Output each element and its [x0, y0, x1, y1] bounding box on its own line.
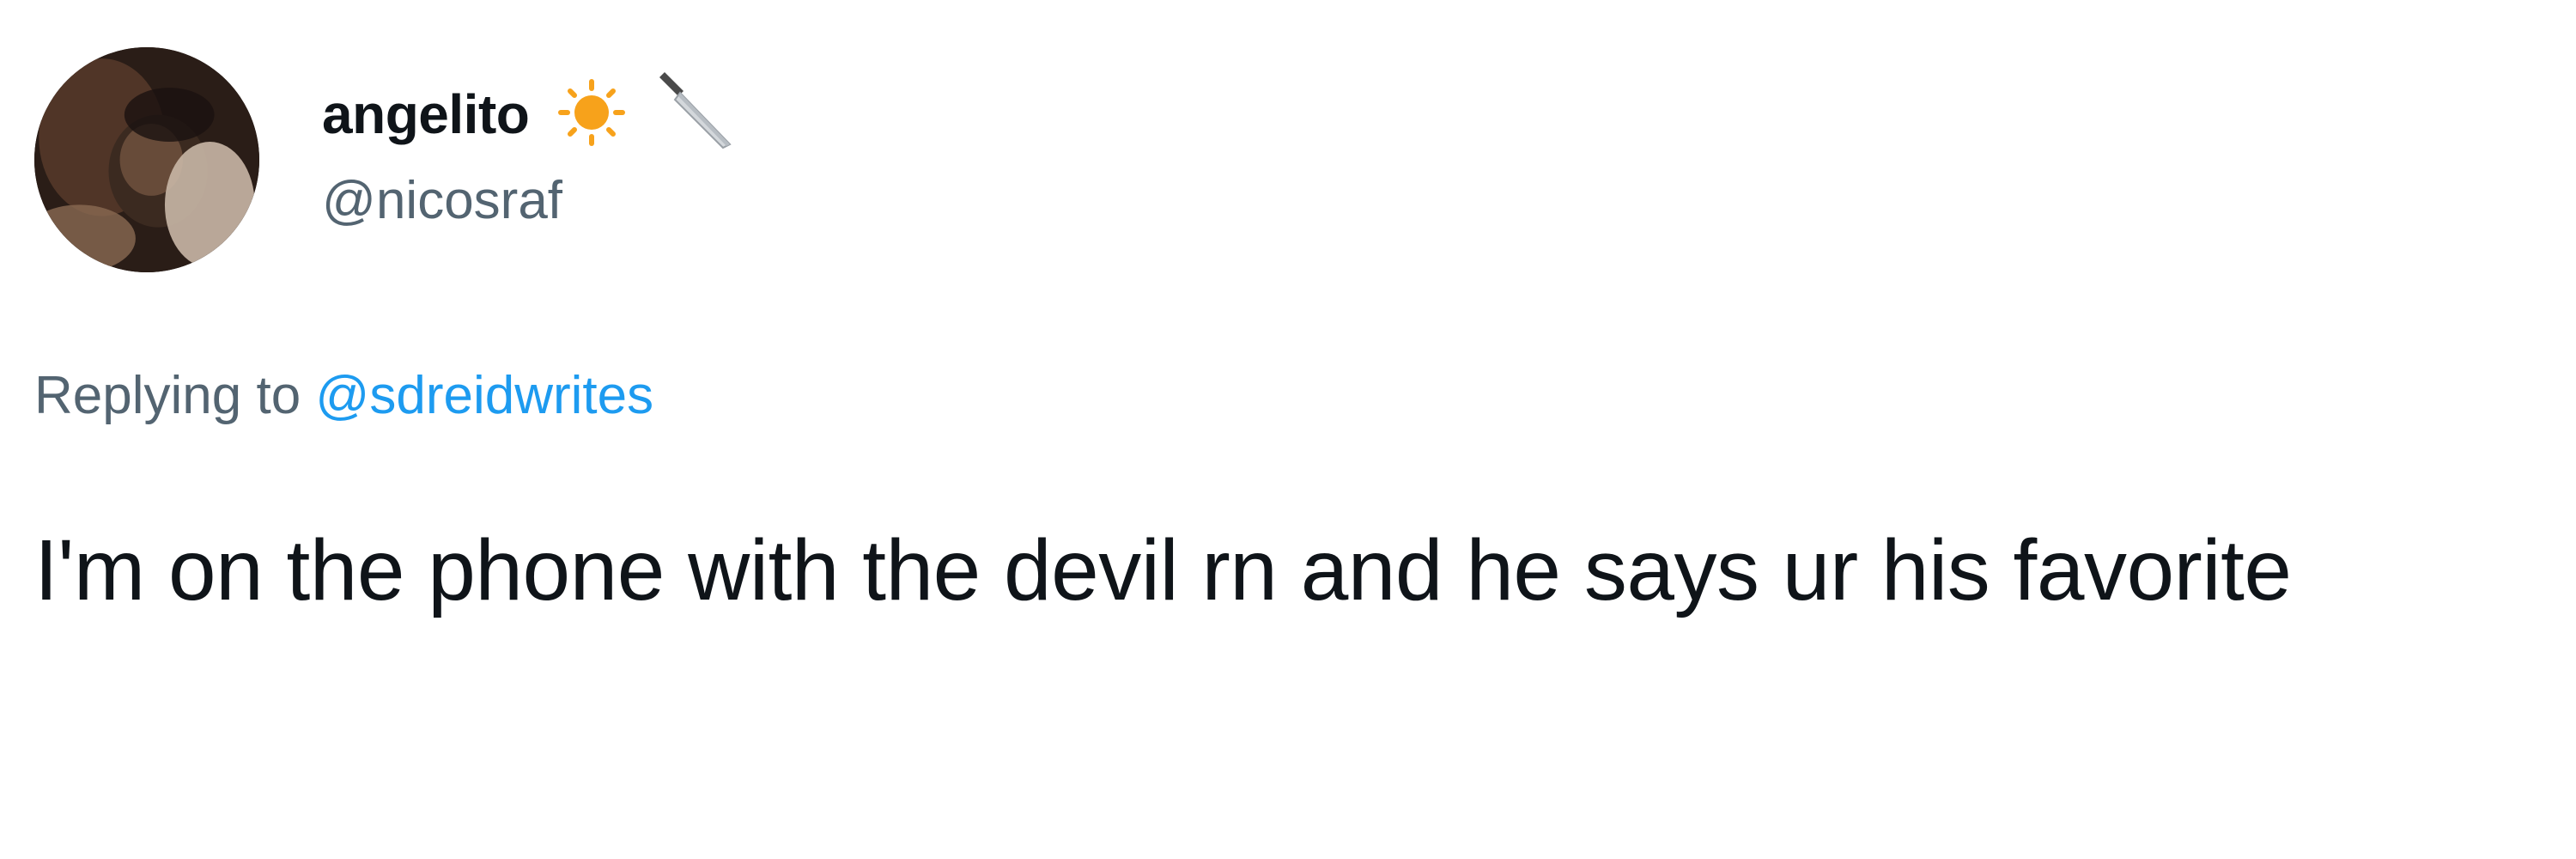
- display-name-row: angelito: [322, 71, 740, 153]
- avatar-image: [34, 47, 259, 272]
- handle[interactable]: @nicosraf: [322, 170, 562, 231]
- sun-emoji-icon: [544, 78, 639, 151]
- display-name[interactable]: angelito: [322, 82, 530, 146]
- tweet-card: angelito @nicosraf Replying to @sdreidwr…: [0, 0, 2576, 859]
- replying-to-label: Replying to: [34, 366, 316, 425]
- avatar[interactable]: [34, 47, 259, 272]
- knife-emoji-icon: [654, 65, 740, 164]
- replying-to-line: Replying to @sdreidwrites: [34, 365, 653, 426]
- tweet-text: I'm on the phone with the devil rn and h…: [34, 522, 2292, 618]
- reply-target-link[interactable]: @sdreidwrites: [315, 366, 653, 425]
